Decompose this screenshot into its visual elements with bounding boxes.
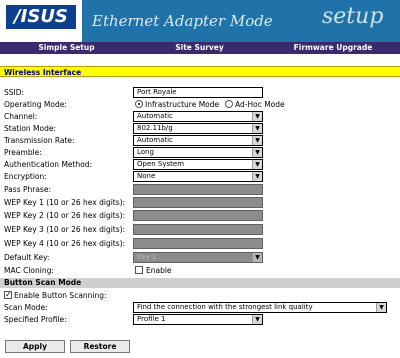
main-nav: Simple Setup Site Survey Firmware Upgrad… bbox=[0, 42, 400, 54]
scan-mode-value: Find the connection with the strongest l… bbox=[137, 303, 313, 311]
default-key-select[interactable]: Key 1 ▼ bbox=[133, 252, 263, 263]
specified-profile-label: Specified Profile: bbox=[4, 315, 67, 324]
default-key-label: Default Key: bbox=[4, 253, 50, 262]
infrastructure-mode-label: Infrastructure Mode bbox=[145, 100, 220, 109]
chevron-down-icon: ▼ bbox=[252, 315, 262, 324]
preamble-select[interactable]: Long ▼ bbox=[133, 147, 263, 158]
station-mode-label: Station Mode: bbox=[4, 124, 57, 133]
ssid-row: SSID: Port Royale bbox=[0, 87, 400, 99]
setup-title: setup bbox=[322, 4, 384, 29]
encryption-select[interactable]: None ▼ bbox=[133, 171, 263, 182]
channel-row: Channel: Automatic ▼ bbox=[0, 111, 400, 123]
wep-key2-label: WEP Key 2 (10 or 26 hex digits): bbox=[4, 211, 126, 220]
operating-mode-label: Operating Mode: bbox=[4, 100, 67, 109]
wep-key1-input[interactable] bbox=[133, 197, 263, 208]
specified-profile-select[interactable]: Profile 1 ▼ bbox=[133, 314, 263, 325]
preamble-label: Preamble: bbox=[4, 148, 42, 157]
apply-button[interactable]: Apply bbox=[5, 340, 65, 353]
adhoc-mode-radio[interactable] bbox=[225, 100, 233, 108]
nav-simple-setup[interactable]: Simple Setup bbox=[0, 42, 133, 54]
section-title: Wireless Interface bbox=[0, 66, 400, 77]
wep-key1-label: WEP Key 1 (10 or 26 hex digits): bbox=[4, 198, 126, 207]
pass-phrase-input[interactable] bbox=[133, 184, 263, 195]
auth-method-value: Open System bbox=[137, 160, 185, 168]
chevron-down-icon: ▼ bbox=[376, 303, 386, 312]
wep-key4-label: WEP Key 4 (10 or 26 hex digits): bbox=[4, 239, 126, 248]
transmission-rate-label: Transmission Rate: bbox=[4, 136, 75, 145]
wep-key2-input[interactable] bbox=[133, 210, 263, 221]
specified-profile-value: Profile 1 bbox=[137, 315, 166, 323]
ssid-input[interactable]: Port Royale bbox=[133, 87, 263, 98]
chevron-down-icon: ▼ bbox=[252, 253, 262, 262]
channel-select[interactable]: Automatic ▼ bbox=[133, 111, 263, 122]
operating-mode-row: Operating Mode: Infrastructure Mode Ad-H… bbox=[0, 99, 400, 111]
adhoc-mode-label: Ad-Hoc Mode bbox=[235, 100, 285, 109]
encryption-label: Encryption: bbox=[4, 172, 47, 181]
chevron-down-icon: ▼ bbox=[252, 160, 262, 169]
station-mode-value: 802.11b/g bbox=[137, 124, 173, 132]
mac-cloning-label: MAC Cloning: bbox=[4, 266, 54, 275]
scan-mode-row: Scan Mode: Find the connection with the … bbox=[0, 302, 400, 314]
mac-cloning-checkbox[interactable] bbox=[135, 266, 143, 274]
wep-key4-input[interactable] bbox=[133, 238, 263, 249]
nav-site-survey[interactable]: Site Survey bbox=[133, 42, 266, 54]
chevron-down-icon: ▼ bbox=[252, 172, 262, 181]
channel-label: Channel: bbox=[4, 112, 38, 121]
scan-mode-select[interactable]: Find the connection with the strongest l… bbox=[133, 302, 387, 313]
ssid-label: SSID: bbox=[4, 88, 25, 97]
encryption-value: None bbox=[137, 172, 156, 180]
default-key-value: Key 1 bbox=[137, 253, 157, 261]
wep-key3-label: WEP Key 3 (10 or 26 hex digits): bbox=[4, 225, 126, 234]
enable-button-scan-label: Enable Button Scanning: bbox=[14, 291, 107, 300]
mac-cloning-option-label: Enable bbox=[146, 266, 172, 275]
chevron-down-icon: ▼ bbox=[252, 136, 262, 145]
wep-key3-row: WEP Key 3 (10 or 26 hex digits): bbox=[0, 224, 400, 236]
transmission-rate-select[interactable]: Automatic ▼ bbox=[133, 135, 263, 146]
wep-key3-input[interactable] bbox=[133, 224, 263, 235]
default-key-row: Default Key: Key 1 ▼ bbox=[0, 252, 400, 264]
transmission-rate-value: Automatic bbox=[137, 136, 173, 144]
station-mode-select[interactable]: 802.11b/g ▼ bbox=[133, 123, 263, 134]
mac-cloning-row: MAC Cloning: Enable bbox=[0, 265, 400, 277]
wep-key2-row: WEP Key 2 (10 or 26 hex digits): bbox=[0, 210, 400, 222]
encryption-row: Encryption: None ▼ bbox=[0, 171, 400, 183]
enable-button-scan-row: Enable Button Scanning: bbox=[0, 290, 400, 302]
chevron-down-icon: ▼ bbox=[252, 124, 262, 133]
auth-method-label: Authentication Method: bbox=[4, 160, 93, 169]
preamble-value: Long bbox=[137, 148, 154, 156]
preamble-row: Preamble: Long ▼ bbox=[0, 147, 400, 159]
enable-button-scan-checkbox[interactable] bbox=[4, 290, 12, 299]
button-scan-title: Button Scan Mode bbox=[0, 278, 400, 288]
specified-profile-row: Specified Profile: Profile 1 ▼ bbox=[0, 314, 400, 326]
transmission-rate-row: Transmission Rate: Automatic ▼ bbox=[0, 135, 400, 147]
header-banner: /ISUS Ethernet Adapter Mode setup bbox=[0, 0, 400, 42]
scan-mode-label: Scan Mode: bbox=[4, 303, 48, 312]
pass-phrase-row: Pass Phrase: bbox=[0, 184, 400, 196]
restore-button[interactable]: Restore bbox=[70, 340, 130, 353]
channel-value: Automatic bbox=[137, 112, 173, 120]
chevron-down-icon: ▼ bbox=[252, 112, 262, 121]
chevron-down-icon: ▼ bbox=[252, 148, 262, 157]
auth-method-row: Authentication Method: Open System ▼ bbox=[0, 159, 400, 171]
wep-key4-row: WEP Key 4 (10 or 26 hex digits): bbox=[0, 238, 400, 250]
pass-phrase-label: Pass Phrase: bbox=[4, 185, 51, 194]
infrastructure-mode-radio[interactable] bbox=[135, 100, 143, 108]
station-mode-row: Station Mode: 802.11b/g ▼ bbox=[0, 123, 400, 135]
nav-firmware-upgrade[interactable]: Firmware Upgrade bbox=[266, 42, 400, 54]
asus-logo: /ISUS bbox=[0, 0, 82, 42]
asus-logo-text: /ISUS bbox=[6, 5, 76, 29]
auth-method-select[interactable]: Open System ▼ bbox=[133, 159, 263, 170]
wep-key1-row: WEP Key 1 (10 or 26 hex digits): bbox=[0, 197, 400, 209]
mode-title: Ethernet Adapter Mode bbox=[92, 12, 273, 30]
